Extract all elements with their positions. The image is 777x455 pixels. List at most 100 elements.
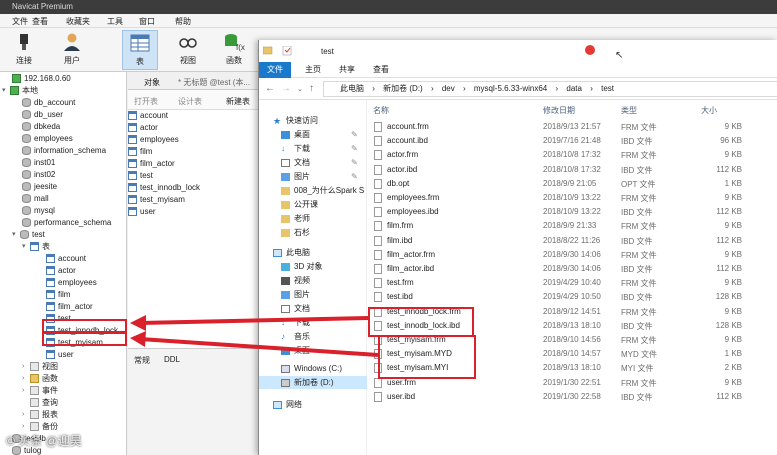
tree-local[interactable]: ▾ 本地 (2, 84, 38, 96)
tree-table[interactable]: account (46, 252, 86, 264)
up-icon[interactable]: ↑ (309, 83, 314, 94)
tree-db[interactable]: information_schema (22, 144, 106, 156)
view-button[interactable]: 视图 (170, 30, 206, 70)
nav-item-drive-d[interactable]: 新加卷 (D:) (259, 376, 367, 389)
nav-item-network[interactable]: 网络 (259, 398, 367, 411)
nav-item-drive-c[interactable]: Windows (C:) (259, 362, 367, 375)
list-item[interactable]: actor (128, 121, 158, 133)
function-button[interactable]: f(x) 函数 (216, 30, 252, 70)
address-bar[interactable]: 此电脑 › 新加卷 (D:) › dev › mysql-5.6.33-winx… (323, 81, 777, 97)
ribbon-tab-home[interactable]: 主页 (297, 62, 329, 78)
tree-table[interactable]: film_actor (46, 300, 93, 312)
tree-functions[interactable]: › 函数 (22, 372, 58, 384)
nav-item-3d[interactable]: 3D 对象 (259, 260, 367, 273)
table-button[interactable]: 表 (122, 30, 158, 70)
tree-db[interactable]: mysql (22, 204, 55, 216)
tree-db[interactable]: dbkeda (22, 120, 60, 132)
tree-tables-node[interactable]: ▾ 表 (22, 240, 50, 252)
nav-item-folder[interactable]: 老师 (259, 212, 367, 225)
recent-dropdown-icon[interactable]: ⌄ (297, 85, 303, 93)
file-row[interactable]: account.frm 2018/9/13 21:57 FRM 文件 9 KB (367, 120, 777, 134)
file-row[interactable]: employees.ibd 2018/10/9 13:22 IBD 文件 112 KB (367, 205, 777, 219)
user-button[interactable]: 用户 (54, 30, 90, 70)
file-row[interactable]: user.ibd 2019/1/30 22:58 IBD 文件 112 KB (367, 390, 777, 404)
tree-db[interactable]: db_user (22, 108, 63, 120)
nav-item-downloads[interactable]: ↓ 下载 ✎ (259, 142, 367, 155)
menu-view[interactable]: 查看 (32, 16, 48, 27)
file-row[interactable]: actor.frm 2018/10/8 17:32 FRM 文件 9 KB (367, 148, 777, 162)
nav-item-desktop[interactable]: 桌面 ✎ (259, 128, 367, 141)
ribbon-tab-share[interactable]: 共享 (331, 62, 363, 78)
list-item[interactable]: film_actor (128, 157, 175, 169)
tab-untitled[interactable]: * 无标题 @test (本... (178, 77, 250, 88)
file-row[interactable]: account.ibd 2019/7/16 21:48 IBD 文件 96 KB (367, 134, 777, 148)
tree-db[interactable]: jeesite (22, 180, 57, 192)
tree-db-test[interactable]: ▾ test (12, 228, 45, 240)
tree-reports[interactable]: › 报表 (22, 408, 58, 420)
file-row[interactable]: test.ibd 2019/4/29 10:50 IBD 文件 128 KB (367, 290, 777, 304)
address-part[interactable]: dev (442, 84, 455, 93)
file-row[interactable]: test.frm 2019/4/29 10:40 FRM 文件 9 KB (367, 276, 777, 290)
list-item[interactable]: employees (128, 133, 179, 145)
file-row[interactable]: film_actor.frm 2018/9/30 14:06 FRM 文件 9 KB (367, 248, 777, 262)
tree-table[interactable]: actor (46, 264, 76, 276)
tree-db[interactable]: mall (22, 192, 49, 204)
tree-table[interactable]: film (46, 288, 70, 300)
tree-db[interactable]: performance_schema (22, 216, 111, 228)
file-row[interactable]: db.opt 2018/9/9 21:05 OPT 文件 1 KB (367, 177, 777, 191)
column-header-date[interactable]: 修改日期 (543, 105, 575, 116)
list-item[interactable]: film (128, 145, 152, 157)
ribbon-tab-view[interactable]: 查看 (365, 62, 397, 78)
ribbon-tab-file[interactable]: 文件 (259, 62, 291, 78)
tree-views[interactable]: › 视图 (22, 360, 58, 372)
address-part[interactable]: 此电脑 (340, 84, 364, 93)
menu-help[interactable]: 帮助 (175, 16, 191, 27)
list-item[interactable]: test_innodb_lock (128, 181, 200, 193)
tree-table[interactable]: user (46, 348, 74, 360)
open-table-button[interactable]: 打开表 (134, 96, 158, 107)
tree-server[interactable]: 192.168.0.60 (12, 72, 71, 84)
file-row[interactable]: film.ibd 2018/8/22 11:26 IBD 文件 112 KB (367, 234, 777, 248)
column-header-type[interactable]: 类型 (621, 105, 637, 116)
menu-file[interactable]: 文件 (12, 16, 28, 27)
file-row[interactable]: employees.frm 2018/10/9 13:22 FRM 文件 9 KB (367, 191, 777, 205)
column-header-name[interactable]: 名称 (373, 105, 389, 116)
address-part[interactable]: 新加卷 (D:) (383, 84, 423, 93)
list-item[interactable]: test_myisam (128, 193, 185, 205)
nav-item-folder[interactable]: 公开课 (259, 198, 367, 211)
tree-events[interactable]: › 事件 (22, 384, 58, 396)
nav-item-quick-access[interactable]: ★ 快速访问 (259, 114, 367, 127)
nav-item-folder[interactable]: 008_为什么Spark S (259, 184, 367, 197)
nav-item-pictures[interactable]: 图片 (259, 288, 367, 301)
nav-item-music[interactable]: ♪ 音乐 (259, 330, 367, 343)
list-item[interactable]: account (128, 109, 168, 121)
tree-db[interactable]: inst02 (22, 168, 55, 180)
list-item[interactable]: user (128, 205, 156, 217)
nav-item-this-pc[interactable]: 此电脑 (259, 246, 367, 259)
list-item[interactable]: test (128, 169, 153, 181)
nav-item-pictures[interactable]: 图片 ✎ (259, 170, 367, 183)
address-part[interactable]: test (601, 84, 614, 93)
tree-backups[interactable]: › 备份 (22, 420, 58, 432)
tab-ddl[interactable]: DDL (164, 355, 180, 364)
column-header-size[interactable]: 大小 (701, 105, 717, 116)
back-icon[interactable]: ← (265, 83, 275, 94)
menu-favorites[interactable]: 收藏夹 (66, 16, 90, 27)
file-row[interactable]: actor.ibd 2018/10/8 17:32 IBD 文件 112 KB (367, 163, 777, 177)
file-row[interactable]: film.frm 2018/9/9 21:33 FRM 文件 9 KB (367, 219, 777, 233)
nav-item-desktop[interactable]: 桌面 (259, 344, 367, 357)
tree-queries[interactable]: 查询 (30, 396, 58, 408)
forward-icon[interactable]: → (281, 83, 291, 94)
nav-item-downloads[interactable]: ↓ 下载 (259, 316, 367, 329)
tab-general[interactable]: 常规 (134, 355, 150, 366)
tree-table[interactable]: employees (46, 276, 97, 288)
nav-item-videos[interactable]: 视频 (259, 274, 367, 287)
menu-window[interactable]: 窗口 (139, 16, 155, 27)
menu-tools[interactable]: 工具 (107, 16, 123, 27)
tree-db[interactable]: db_account (22, 96, 75, 108)
design-table-button[interactable]: 设计表 (178, 96, 202, 107)
tree-db[interactable]: inst01 (22, 156, 55, 168)
address-part[interactable]: mysql-5.6.33-winx64 (474, 84, 547, 93)
nav-item-documents[interactable]: 文档 ✎ (259, 156, 367, 169)
tab-object[interactable]: 对象 (144, 77, 160, 88)
